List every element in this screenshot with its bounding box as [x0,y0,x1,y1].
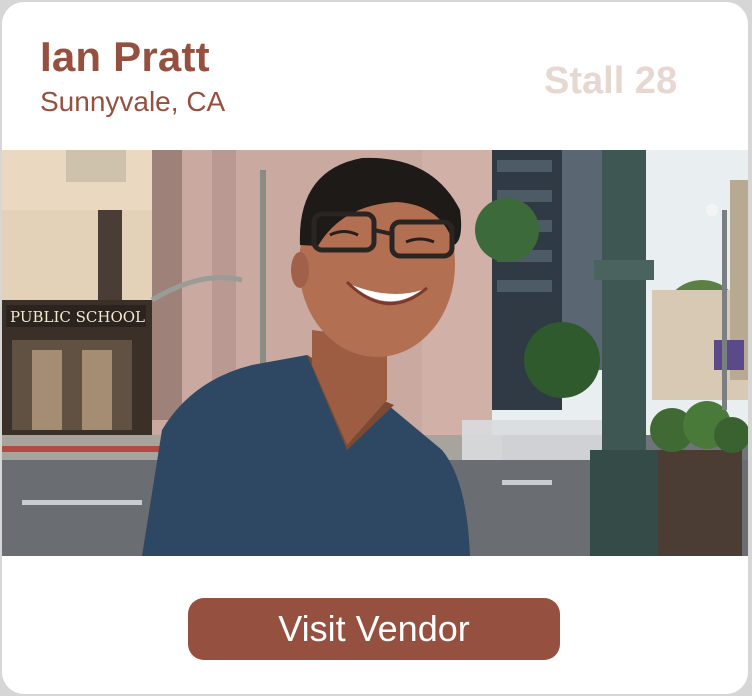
vendor-name: Ian Pratt [40,33,210,80]
vendor-location: Sunnyvale, CA [40,86,226,117]
storefront-sign: PUBLIC SCHOOL [10,308,145,326]
vendor-photo: PUBLIC SCHOOL [2,150,748,556]
visit-vendor-button[interactable]: Visit Vendor [188,598,560,660]
vendor-card: Ian Pratt Sunnyvale, CA Stall 28 PUBLIC … [2,2,748,694]
stall-number: Stall 28 [544,60,678,102]
